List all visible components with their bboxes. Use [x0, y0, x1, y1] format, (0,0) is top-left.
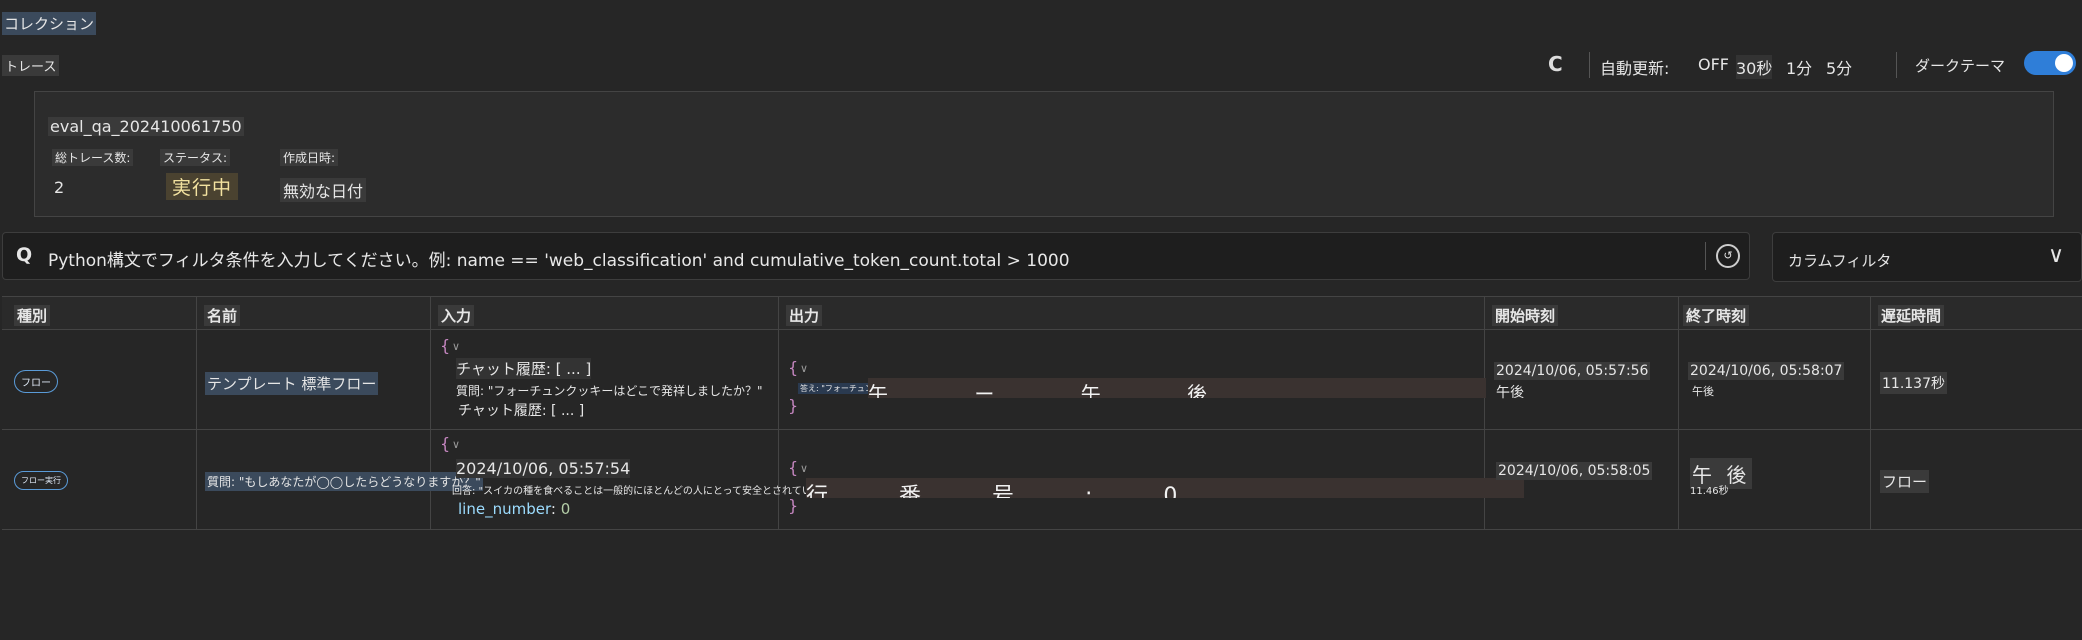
column-divider [196, 296, 197, 530]
toggle-knob [2055, 54, 2073, 72]
kind-badge: フロー [14, 370, 58, 393]
header-latency[interactable]: 遅延時間 [1878, 305, 1945, 326]
search-icon: Q [16, 244, 33, 266]
end-time: 2024/10/06, 05:58:07 [1688, 362, 1845, 380]
created-label: 作成日時: [280, 149, 339, 166]
input-line: 質問: "フォーチュンクッキーはどこで発祥しましたか？" [456, 384, 763, 398]
collapse-icon[interactable]: ∨ [800, 462, 808, 475]
input-brace: { [440, 434, 451, 453]
refresh-interval-1m[interactable]: 1分 [1786, 55, 1812, 79]
json-value: 0 [560, 500, 571, 518]
run-name: eval_qa_202410061750 [48, 117, 244, 136]
header-end[interactable]: 終了時刻 [1683, 305, 1750, 326]
output-brace: } [788, 496, 799, 515]
collapse-icon[interactable]: ∨ [452, 340, 460, 353]
filter-placeholder[interactable]: Python構文でフィルタ条件を入力してください。例: name == 'web… [48, 246, 1070, 271]
column-divider [430, 296, 431, 530]
start-time: 2024/10/06, 05:57:56 [1494, 362, 1651, 380]
status-label: ステータス: [160, 149, 231, 166]
latency: フロー [1880, 470, 1930, 493]
input-line: チャット履歴: [ ... ] [456, 358, 592, 379]
input-line: 2024/10/06, 05:57:54 [456, 459, 631, 478]
output-garbled: 午 ー 午 後 [868, 378, 1486, 398]
output-brace: { [788, 358, 799, 377]
start-time-suffix: 午後 [1496, 385, 1524, 401]
total-traces-label: 総トレース数: [52, 149, 134, 166]
header-kind[interactable]: 種別 [14, 305, 51, 326]
input-line: チャット履歴: [ ... ] [458, 403, 585, 419]
input-line: 回答: "スイカの種を食べることは一般的にほとんどの人にとって安全とされています… [452, 486, 846, 497]
column-divider [1870, 296, 1871, 530]
filter-divider [1705, 242, 1706, 270]
latency: 11.137秒 [1880, 372, 1947, 394]
auto-refresh-label: 自動更新: [1600, 59, 1670, 78]
table-header-row [2, 296, 2082, 330]
kind-badge: フロー実行 [14, 471, 68, 490]
column-divider [1678, 296, 1679, 530]
input-brace: { [440, 336, 451, 355]
column-filter-label: カラムフィルタ [1788, 252, 1892, 270]
refresh-interval-30s[interactable]: 30秒 [1736, 55, 1773, 79]
status-badge: 実行中 [166, 173, 239, 200]
collection-label[interactable]: コレクション [2, 12, 97, 35]
chevron-down-icon: ∨ [2048, 243, 2065, 268]
trace-name[interactable]: テンプレート 標準フロー [205, 372, 379, 395]
header-output[interactable]: 出力 [786, 305, 823, 326]
created-value: 無効な日付 [280, 178, 367, 202]
refresh-interval-off[interactable]: OFF [1698, 55, 1729, 74]
tab-traces[interactable]: トレース [2, 55, 60, 76]
trace-name[interactable]: 質問: "もしあなたが◯◯したらどうなりますか？" [205, 472, 483, 491]
dark-theme-toggle[interactable] [2024, 51, 2076, 75]
row-divider [2, 529, 2082, 530]
total-traces-value: 2 [54, 178, 65, 197]
toolbar-divider [1589, 52, 1590, 78]
toolbar-divider [1896, 52, 1897, 78]
header-name[interactable]: 名前 [204, 305, 241, 326]
header-input[interactable]: 入力 [438, 305, 475, 326]
start-time: 2024/10/06, 05:58:05 [1496, 462, 1653, 480]
output-brace: } [788, 396, 799, 415]
output-brace: { [788, 458, 799, 477]
json-key: line_number [458, 500, 551, 518]
input-line: line_number: 0 [458, 500, 571, 518]
output-garbled: 行 番 号 : 0 [806, 478, 1524, 498]
filter-apply-icon[interactable]: ↺ [1716, 244, 1740, 268]
collapse-icon[interactable]: ∨ [800, 362, 808, 375]
end-time-suffix: 午後 [1692, 385, 1714, 398]
refresh-interval-5m[interactable]: 5分 [1826, 55, 1852, 79]
header-start[interactable]: 開始時刻 [1492, 305, 1559, 326]
collapse-icon[interactable]: ∨ [452, 438, 460, 451]
dark-theme-label: ダークテーマ [1915, 57, 2006, 75]
refresh-icon[interactable]: C [1548, 52, 1563, 76]
end-time-sub: 11.46秒 [1690, 486, 1729, 497]
row-divider [2, 429, 2082, 430]
